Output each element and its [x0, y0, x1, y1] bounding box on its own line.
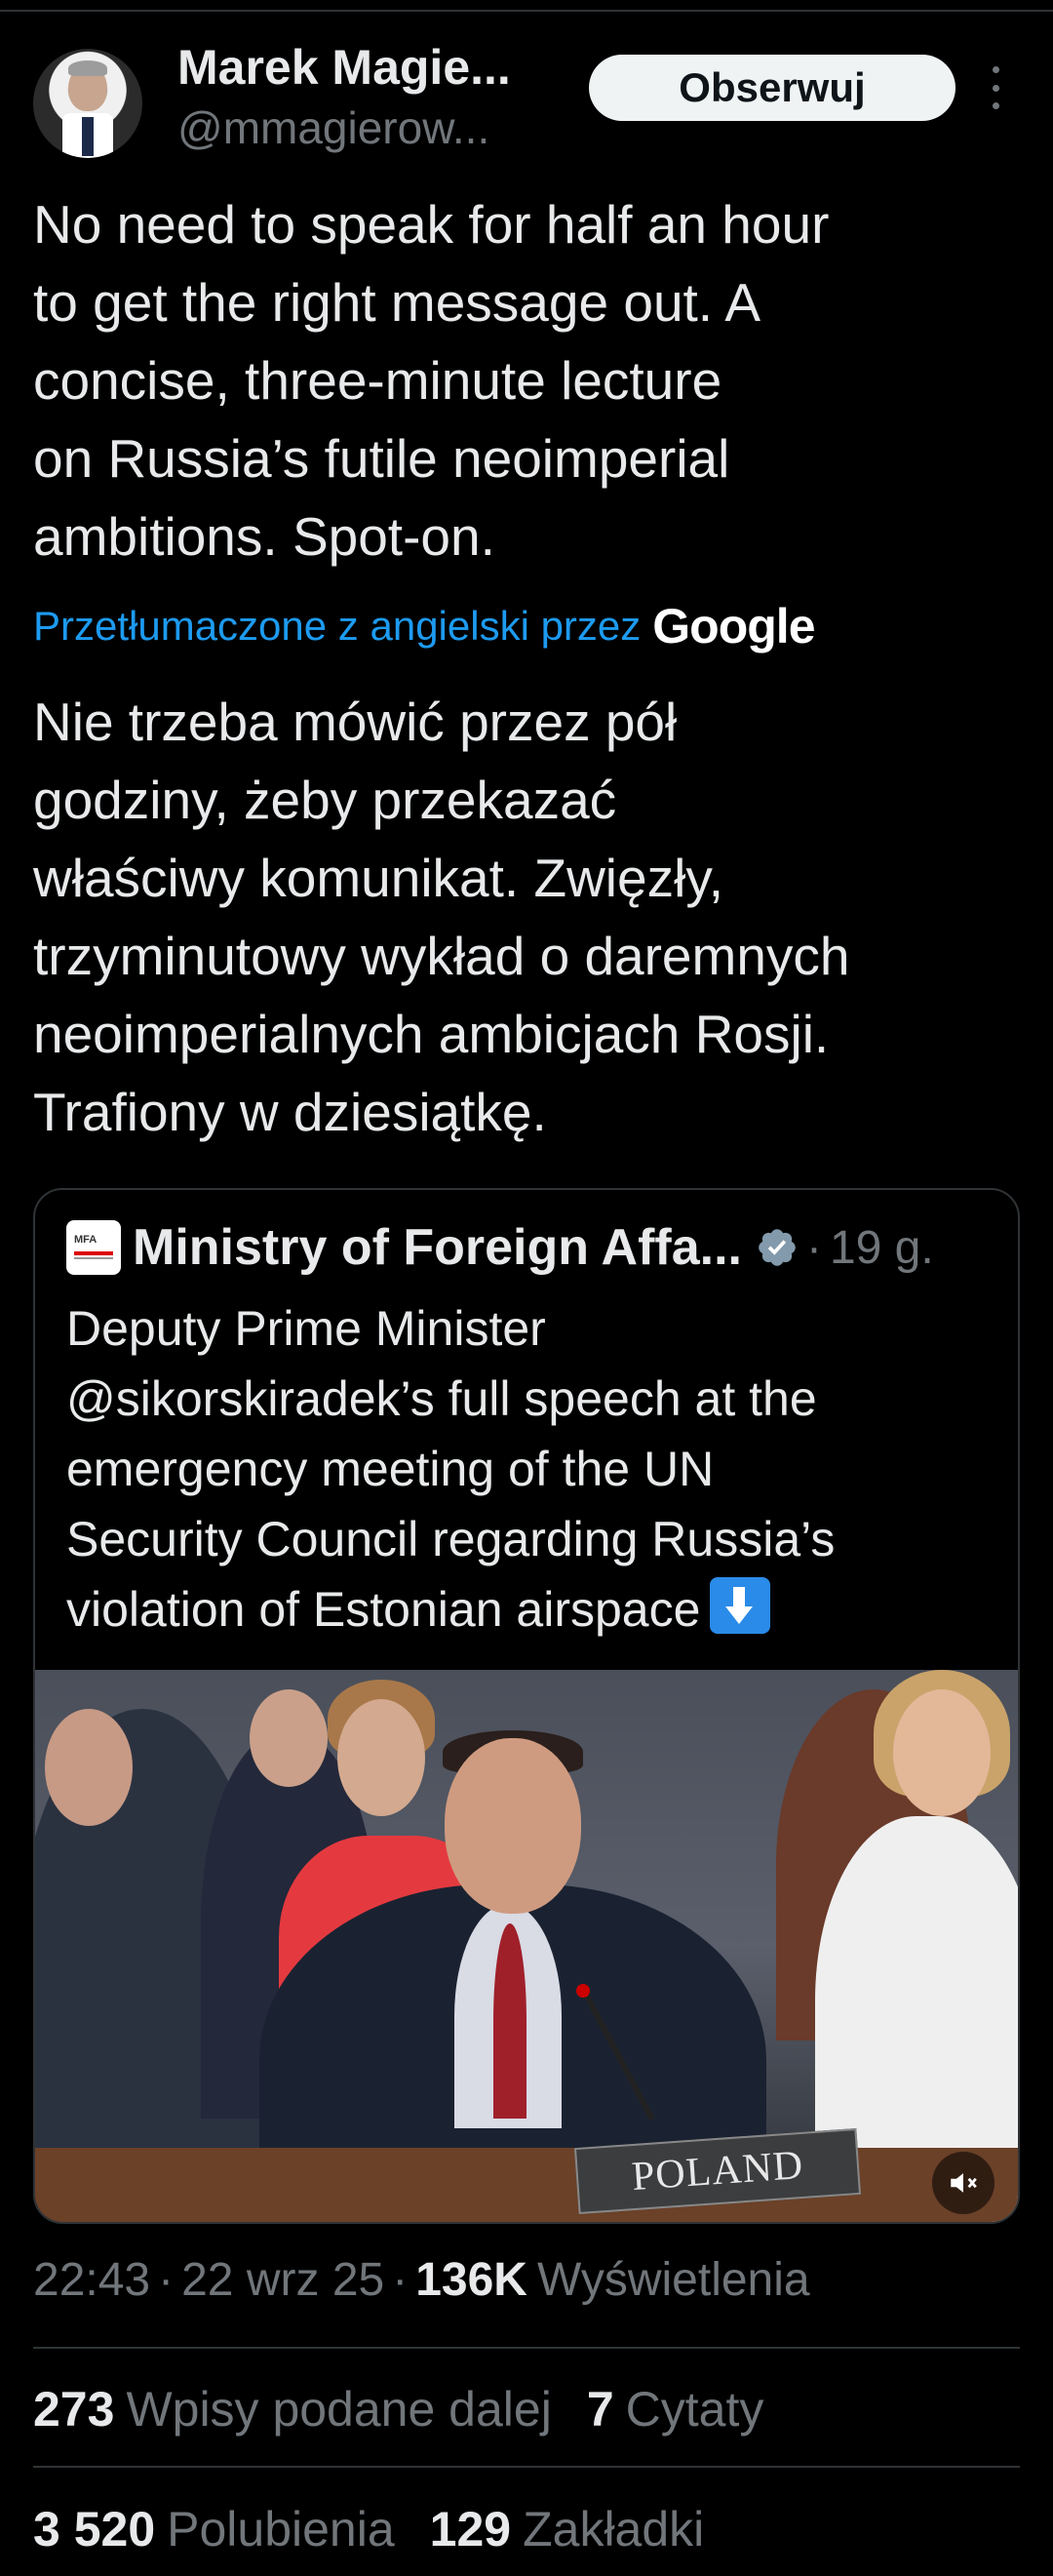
quoted-tweet-text: Deputy Prime Minister @sikorskiradek’s f… [66, 1301, 836, 1637]
divider [33, 2466, 1020, 2468]
verified-badge-icon [759, 1229, 796, 1266]
author-handle[interactable]: @mmagierow... [177, 101, 489, 154]
quoted-tweet-header: MFA Ministry of Foreign Affa... · 19 g. [66, 1213, 993, 1282]
quoted-author-name: Ministry of Foreign Affa... [133, 1219, 742, 1276]
reposts-stat[interactable]: 273 Wpisy podane dalej [33, 2381, 552, 2437]
likes-stat[interactable]: 3 520 Polubienia [33, 2501, 395, 2557]
top-divider [0, 10, 1053, 12]
tweet-text: No need to speak for half an hour to get… [33, 194, 830, 567]
avatar[interactable] [33, 49, 142, 158]
tweet-header: Marek Magie... @mmagierow... Obserwuj [33, 39, 1020, 166]
stats-row-likes: 3 520 Polubienia 129 Zakładki [33, 2495, 739, 2563]
quoted-time: 19 g. [829, 1221, 934, 1274]
dot-separator: · [805, 1221, 822, 1274]
tweet-time[interactable]: 22:43 [33, 2253, 150, 2307]
follow-button[interactable]: Obserwuj [589, 55, 956, 121]
translated-by-link[interactable]: Przetłumaczone z angielski przez [33, 603, 641, 650]
more-vertical-icon[interactable] [981, 62, 1010, 113]
author-name[interactable]: Marek Magie... [177, 39, 511, 96]
quoted-tweet-card[interactable]: MFA Ministry of Foreign Affa... · 19 g. … [33, 1188, 1020, 2224]
divider [33, 2347, 1020, 2349]
views-label: Wyświetlenia [536, 2253, 810, 2306]
translation-text: Nie trzeba mówić przez pół godziny, żeby… [33, 692, 850, 1142]
stats-row-reposts: 273 Wpisy podane dalej 7 Cytaty [33, 2375, 799, 2443]
translation-attribution: Przetłumaczone z angielski przez Google [33, 592, 1008, 660]
quoted-video[interactable]: POLAND [35, 1670, 1018, 2222]
bookmarks-stat[interactable]: 129 Zakładki [430, 2501, 705, 2557]
mute-icon[interactable] [932, 2152, 994, 2214]
google-logo: Google [652, 599, 815, 654]
views-count: 136K [415, 2253, 527, 2306]
mfa-logo: MFA [66, 1220, 121, 1275]
tweet-meta: 22:43 · 22 wrz 25 · 136K Wyświetlenia [33, 2253, 810, 2307]
down-arrow-emoji-icon [710, 1577, 771, 1634]
tweet-date[interactable]: 22 wrz 25 [181, 2253, 384, 2307]
quotes-stat[interactable]: 7 Cytaty [587, 2381, 764, 2437]
